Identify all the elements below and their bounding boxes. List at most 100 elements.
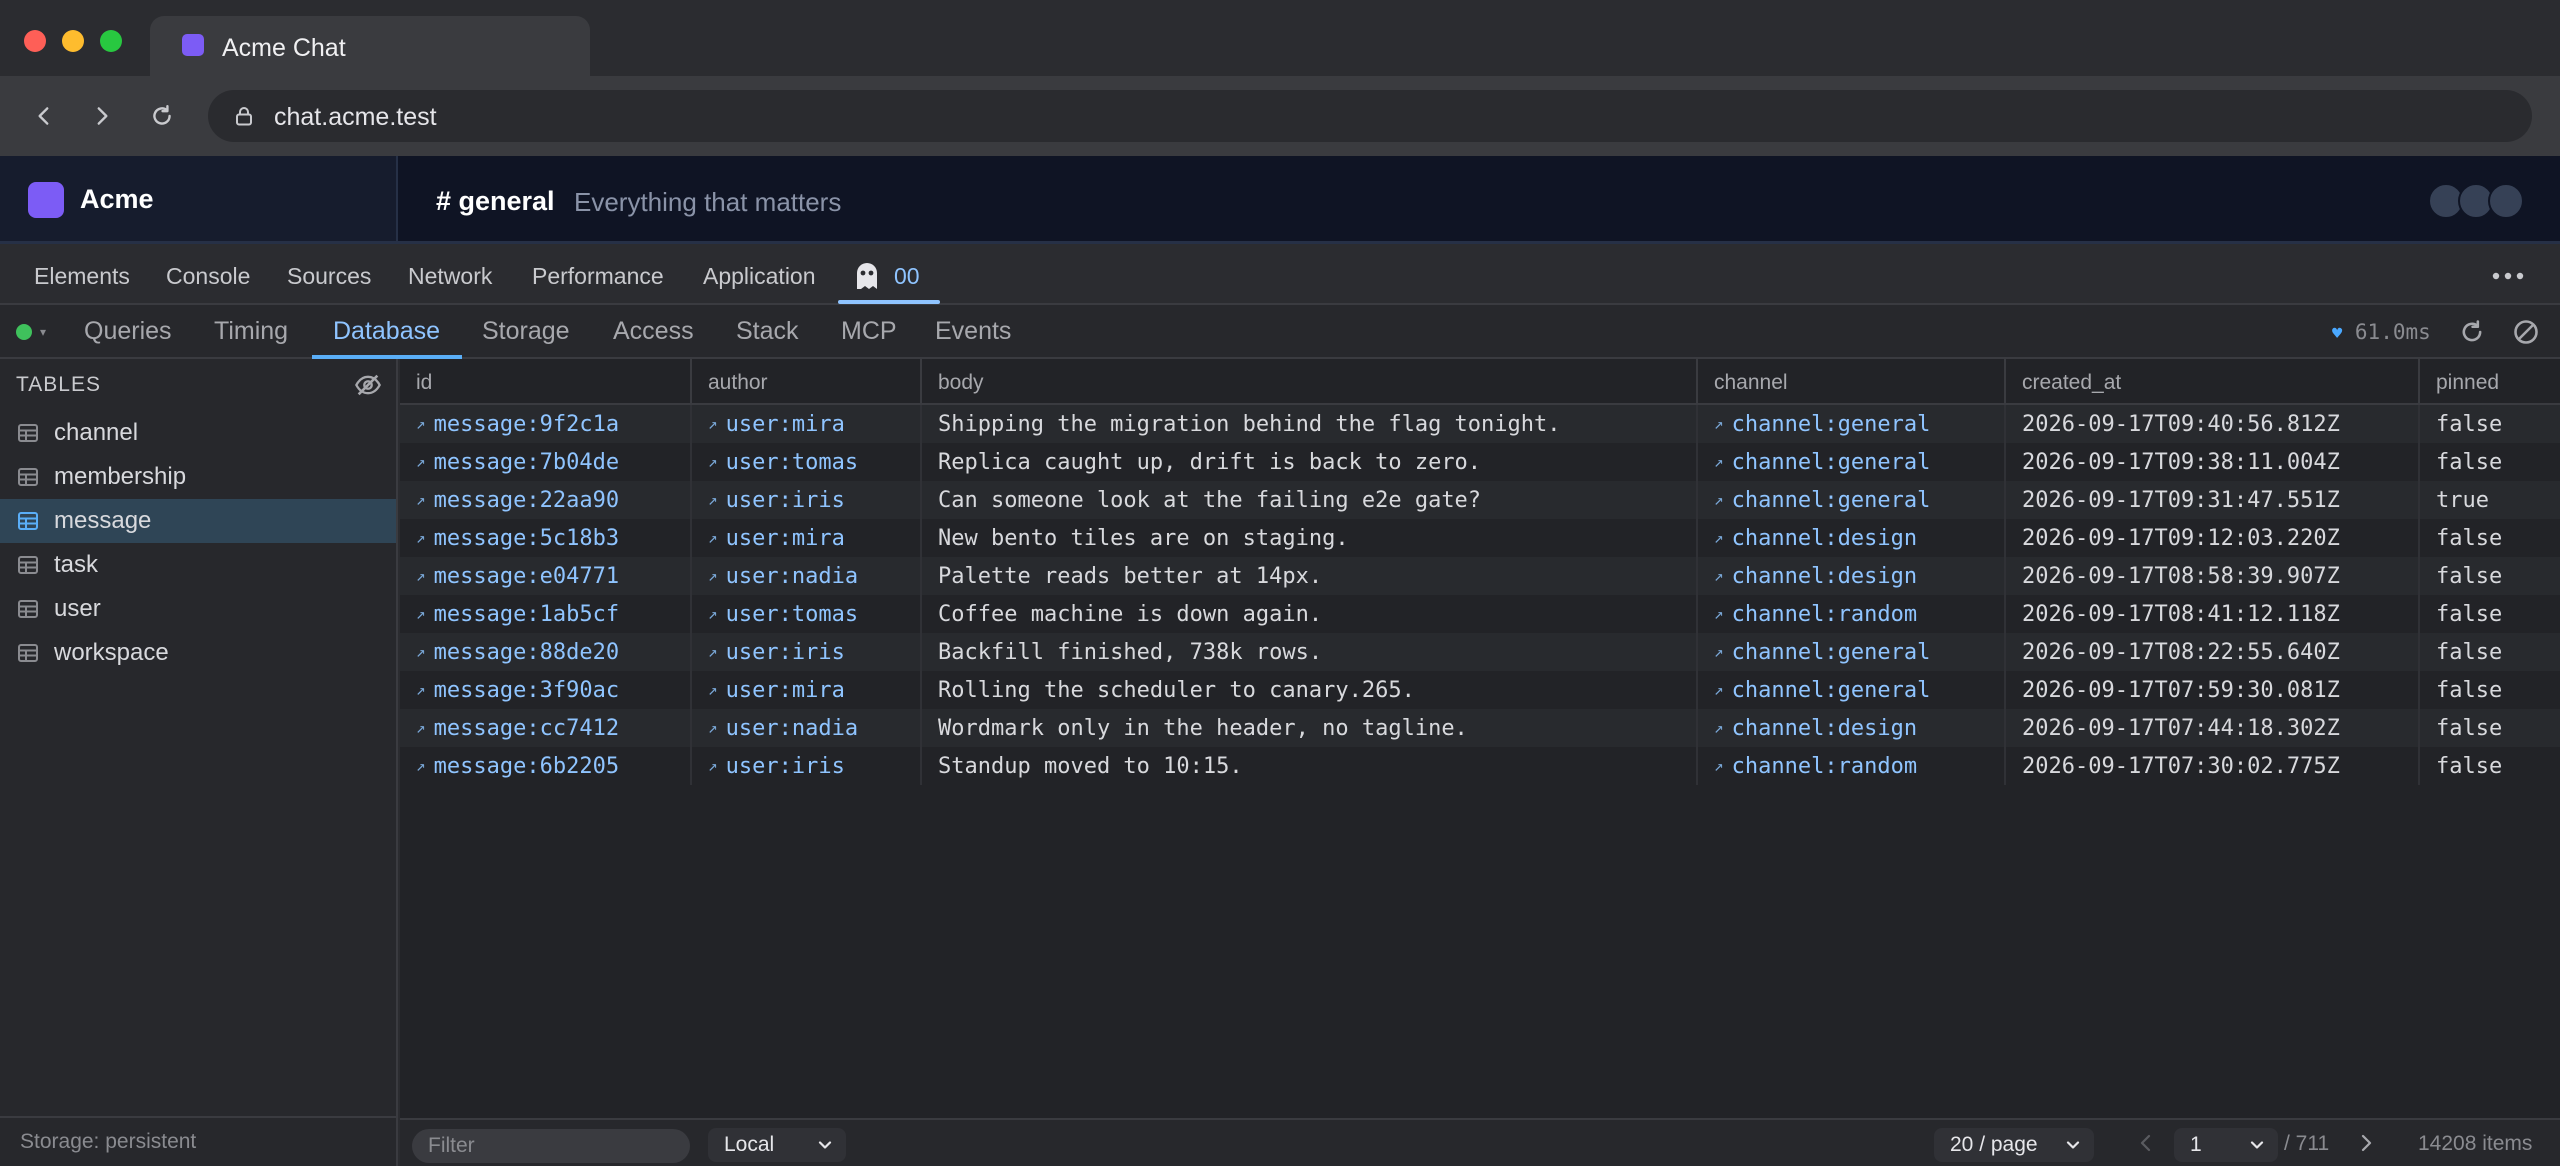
clear-icon[interactable] bbox=[2512, 318, 2540, 346]
cell-author[interactable]: ↗ user:mira bbox=[692, 671, 922, 709]
address-bar[interactable]: chat.acme.test bbox=[208, 90, 2532, 142]
subtab-stack[interactable]: Stack bbox=[736, 317, 799, 346]
cell-id[interactable]: ↗ message:9f2c1a bbox=[400, 405, 692, 443]
next-page-icon[interactable] bbox=[2356, 1132, 2376, 1154]
caret-down-icon[interactable]: ▾ bbox=[40, 325, 46, 339]
browser-tab-title: Acme Chat bbox=[222, 34, 346, 62]
cell-channel[interactable]: ↗ channel:design bbox=[1698, 709, 2006, 747]
subtab-queries[interactable]: Queries bbox=[84, 317, 172, 346]
link-arrow-icon: ↗ bbox=[416, 680, 426, 699]
cell-created-at: 2026-09-17T08:22:55.640Z bbox=[2006, 633, 2420, 671]
cell-id[interactable]: ↗ message:3f90ac bbox=[400, 671, 692, 709]
connection-status-icon[interactable] bbox=[16, 324, 32, 340]
table-row[interactable]: ↗ message:22aa90 ↗ user:iris Can someone loo… bbox=[400, 481, 2560, 519]
cell-author[interactable]: ↗ user:iris bbox=[692, 633, 922, 671]
table-row[interactable]: ↗ message:7b04de ↗ user:tomas Replica caught… bbox=[400, 443, 2560, 481]
cell-id[interactable]: ↗ message:5c18b3 bbox=[400, 519, 692, 557]
cell-channel[interactable]: ↗ channel:random bbox=[1698, 747, 2006, 785]
table-row[interactable]: ↗ message:88de20 ↗ user:iris Backfill finish… bbox=[400, 633, 2560, 671]
cell-author[interactable]: ↗ user:nadia bbox=[692, 709, 922, 747]
cell-author[interactable]: ↗ user:tomas bbox=[692, 595, 922, 633]
sidebar-item-membership[interactable]: membership bbox=[0, 455, 396, 499]
table-body: ↗ message:9f2c1a ↗ user:mira Shipping the mi… bbox=[400, 405, 2560, 785]
subtab-timing[interactable]: Timing bbox=[214, 317, 288, 346]
sidebar-item-message[interactable]: message bbox=[0, 499, 396, 543]
filter-input[interactable] bbox=[412, 1129, 690, 1163]
cell-id[interactable]: ↗ message:cc7412 bbox=[400, 709, 692, 747]
column-header-author[interactable]: author bbox=[692, 359, 922, 405]
cell-id[interactable]: ↗ message:1ab5cf bbox=[400, 595, 692, 633]
cell-channel[interactable]: ↗ channel:random bbox=[1698, 595, 2006, 633]
more-icon[interactable] bbox=[2488, 263, 2528, 289]
cell-value: Wordmark only in the header, no tagline. bbox=[938, 716, 1468, 741]
cell-channel[interactable]: ↗ channel:design bbox=[1698, 557, 2006, 595]
tab-elements[interactable]: Elements bbox=[34, 263, 130, 290]
cell-body: Can someone look at the failing e2e gate… bbox=[922, 481, 1698, 519]
sidebar-item-workspace[interactable]: workspace bbox=[0, 631, 396, 675]
cell-channel[interactable]: ↗ channel:general bbox=[1698, 405, 2006, 443]
sidebar-item-user[interactable]: user bbox=[0, 587, 396, 631]
browser-tab[interactable]: Acme Chat bbox=[150, 16, 590, 76]
cell-author[interactable]: ↗ user:nadia bbox=[692, 557, 922, 595]
cell-author[interactable]: ↗ user:tomas bbox=[692, 443, 922, 481]
cell-author[interactable]: ↗ user:mira bbox=[692, 405, 922, 443]
subtab-access[interactable]: Access bbox=[613, 317, 694, 346]
column-header-created-at[interactable]: created_at bbox=[2006, 359, 2420, 405]
tab-console[interactable]: Console bbox=[166, 263, 250, 290]
cell-id[interactable]: ↗ message:22aa90 bbox=[400, 481, 692, 519]
table-row[interactable]: ↗ message:6b2205 ↗ user:iris Standup moved t… bbox=[400, 747, 2560, 785]
tab-network[interactable]: Network bbox=[408, 263, 492, 290]
cell-value: 2026-09-17T07:44:18.302Z bbox=[2022, 716, 2340, 741]
eye-off-icon[interactable] bbox=[354, 371, 382, 399]
subtab-storage[interactable]: Storage bbox=[482, 317, 570, 346]
cell-id[interactable]: ↗ message:6b2205 bbox=[400, 747, 692, 785]
page-size-select[interactable]: 20 / page bbox=[1934, 1128, 2094, 1162]
cell-id[interactable]: ↗ message:88de20 bbox=[400, 633, 692, 671]
cell-channel[interactable]: ↗ channel:design bbox=[1698, 519, 2006, 557]
scope-select[interactable]: Local bbox=[708, 1128, 846, 1162]
refresh-icon[interactable] bbox=[2458, 318, 2486, 346]
subtab-mcp[interactable]: MCP bbox=[841, 317, 897, 346]
zoom-window-button[interactable] bbox=[100, 30, 122, 52]
column-header-pinned[interactable]: pinned bbox=[2420, 359, 2560, 405]
cell-value: Replica caught up, drift is back to zero… bbox=[938, 450, 1482, 475]
column-header-body[interactable]: body bbox=[922, 359, 1698, 405]
table-row[interactable]: ↗ message:cc7412 ↗ user:nadia Wordmark only … bbox=[400, 709, 2560, 747]
cell-channel[interactable]: ↗ channel:general bbox=[1698, 481, 2006, 519]
sidebar-item-channel[interactable]: channel bbox=[0, 411, 396, 455]
sidebar-item-label: channel bbox=[54, 419, 139, 446]
link-arrow-icon: ↗ bbox=[1714, 680, 1724, 699]
forward-button[interactable] bbox=[80, 94, 124, 138]
subtab-events[interactable]: Events bbox=[935, 317, 1011, 346]
cell-channel[interactable]: ↗ channel:general bbox=[1698, 633, 2006, 671]
cell-author[interactable]: ↗ user:iris bbox=[692, 481, 922, 519]
tab-sources[interactable]: Sources bbox=[287, 263, 371, 290]
subtab-database[interactable]: Database bbox=[333, 317, 440, 346]
cell-id[interactable]: ↗ message:e04771 bbox=[400, 557, 692, 595]
cell-channel[interactable]: ↗ channel:general bbox=[1698, 671, 2006, 709]
tab-extension[interactable]: 00 bbox=[894, 263, 920, 290]
tab-performance[interactable]: Performance bbox=[532, 263, 664, 290]
table-row[interactable]: ↗ message:1ab5cf ↗ user:tomas Coffee machine… bbox=[400, 595, 2560, 633]
table-row[interactable]: ↗ message:3f90ac ↗ user:mira Rolling the sch… bbox=[400, 671, 2560, 709]
link-arrow-icon: ↗ bbox=[416, 756, 426, 775]
table-row[interactable]: ↗ message:e04771 ↗ user:nadia Palette reads … bbox=[400, 557, 2560, 595]
close-window-button[interactable] bbox=[24, 30, 46, 52]
cell-author[interactable]: ↗ user:mira bbox=[692, 519, 922, 557]
column-header-id[interactable]: id bbox=[400, 359, 692, 405]
column-header-channel[interactable]: channel bbox=[1698, 359, 2006, 405]
workspace-brand[interactable]: Acme bbox=[0, 156, 398, 241]
minimize-window-button[interactable] bbox=[62, 30, 84, 52]
reload-button[interactable] bbox=[140, 94, 184, 138]
cell-channel[interactable]: ↗ channel:general bbox=[1698, 443, 2006, 481]
cell-author[interactable]: ↗ user:iris bbox=[692, 747, 922, 785]
cell-id[interactable]: ↗ message:7b04de bbox=[400, 443, 692, 481]
page-number-select[interactable]: 1 bbox=[2174, 1128, 2278, 1162]
table-row[interactable]: ↗ message:9f2c1a ↗ user:mira Shipping the mi… bbox=[400, 405, 2560, 443]
member-avatars[interactable] bbox=[2428, 183, 2528, 219]
back-button[interactable] bbox=[22, 94, 66, 138]
tab-application[interactable]: Application bbox=[703, 263, 816, 290]
previous-page-icon[interactable] bbox=[2136, 1132, 2156, 1154]
sidebar-item-task[interactable]: task bbox=[0, 543, 396, 587]
table-row[interactable]: ↗ message:5c18b3 ↗ user:mira New bento tiles… bbox=[400, 519, 2560, 557]
